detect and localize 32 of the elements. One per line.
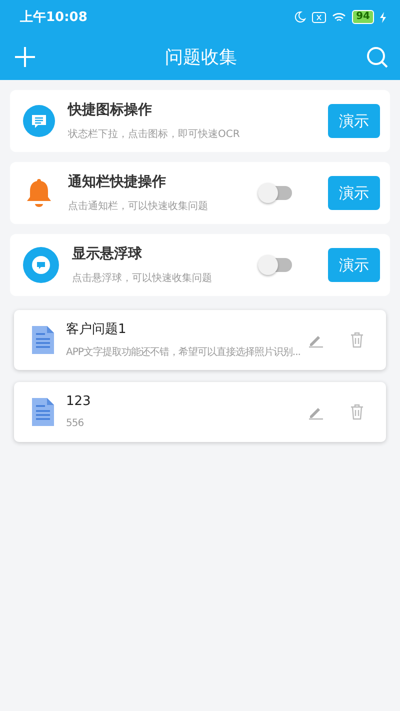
feature-title: 快捷图标操作 xyxy=(68,101,153,119)
battery-level: 94 xyxy=(352,10,374,24)
chat-icon xyxy=(22,246,60,284)
feature-description: 点击通知栏，可以快速收集问题 xyxy=(68,200,209,213)
feature-description: 状态栏下拉，点击图标，即可快速OCR xyxy=(68,128,241,141)
note-card[interactable]: 123 556 xyxy=(14,382,386,442)
note-content: 556 xyxy=(66,416,84,430)
status-time: 上午10:08 xyxy=(20,9,88,26)
note-card[interactable]: 客户问题1 APP文字提取功能还不错，希望可以直接选择照片识别... xyxy=(14,310,386,370)
note-title: 123 xyxy=(66,394,92,408)
demo-button[interactable]: 演示 xyxy=(328,248,380,282)
feature-title: 显示悬浮球 xyxy=(72,245,143,263)
toggle-switch[interactable] xyxy=(260,258,292,272)
sim-icon xyxy=(312,12,326,22)
feature-title: 通知栏快捷操作 xyxy=(68,173,167,191)
feature-description: 点击悬浮球，可以快速收集问题 xyxy=(72,272,213,285)
note-title: 客户问题1 xyxy=(66,321,128,338)
add-icon[interactable] xyxy=(14,46,36,68)
moon-icon xyxy=(294,11,306,23)
delete-icon[interactable] xyxy=(350,332,364,348)
wifi-icon xyxy=(332,12,346,22)
demo-button[interactable]: 演示 xyxy=(328,176,380,210)
delete-icon[interactable] xyxy=(350,404,364,420)
app-title: 问题收集 xyxy=(165,46,237,69)
demo-button[interactable]: 演示 xyxy=(328,104,380,138)
note-content: APP文字提取功能还不错，希望可以直接选择照片识别... xyxy=(66,346,300,360)
toggle-switch[interactable] xyxy=(260,186,292,200)
chat-icon xyxy=(22,104,56,138)
search-icon[interactable] xyxy=(366,46,388,68)
document-icon xyxy=(32,326,54,354)
document-icon xyxy=(32,398,54,426)
charging-icon xyxy=(380,12,386,22)
